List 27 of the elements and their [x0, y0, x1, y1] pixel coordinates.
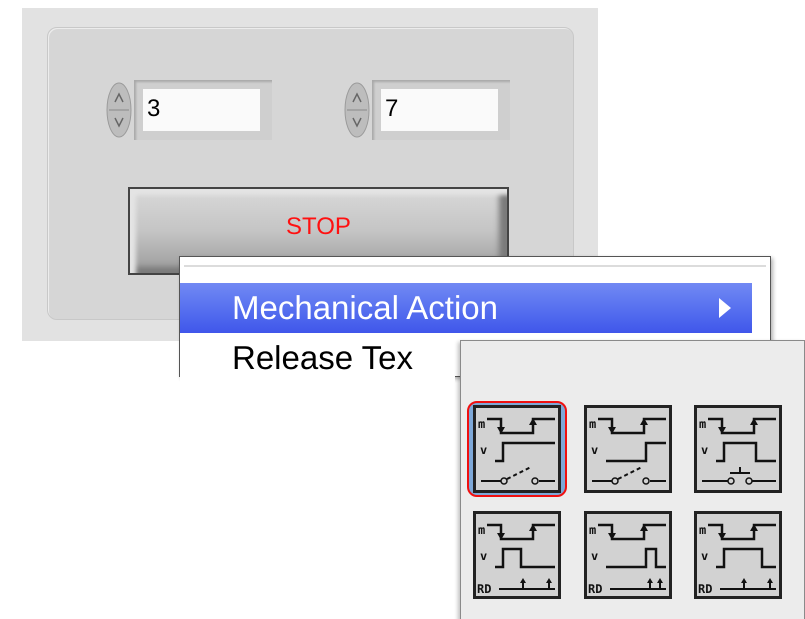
icon-label: m	[588, 523, 596, 537]
mechanical-action-option[interactable]: m v RD	[467, 507, 567, 603]
icon-label: v	[701, 549, 709, 563]
mechanical-action-option[interactable]: m v RD	[688, 507, 788, 603]
icon-label: v	[480, 443, 488, 457]
icon-label: RD	[588, 582, 602, 596]
mechanical-action-option[interactable]: m v RD	[578, 507, 678, 603]
icon-label: m	[699, 523, 707, 537]
icon-label: m	[478, 417, 486, 431]
mechanical-action-option[interactable]: m v	[688, 401, 788, 497]
icon-label: m	[478, 523, 486, 537]
menu-item[interactable]: Mechanical Action	[180, 283, 752, 333]
numeric-field[interactable]: 7	[372, 80, 510, 140]
spinner-icon[interactable]	[104, 80, 134, 140]
icon-label: v	[590, 549, 598, 563]
icon-label: m	[699, 417, 707, 431]
icon-label: RD	[698, 582, 713, 596]
mechanical-action-option[interactable]: m v	[578, 401, 678, 497]
submenu-arrow-icon	[718, 297, 732, 319]
icon-label: RD	[477, 582, 492, 596]
spinner-icon[interactable]	[342, 80, 372, 140]
icon-label: v	[480, 549, 488, 563]
mechanical-action-option[interactable]: m v	[467, 401, 567, 497]
icon-label: v	[701, 443, 709, 457]
icon-label: m	[588, 417, 596, 431]
icon-label: v	[590, 443, 598, 457]
numeric-field[interactable]: 3	[134, 80, 272, 140]
